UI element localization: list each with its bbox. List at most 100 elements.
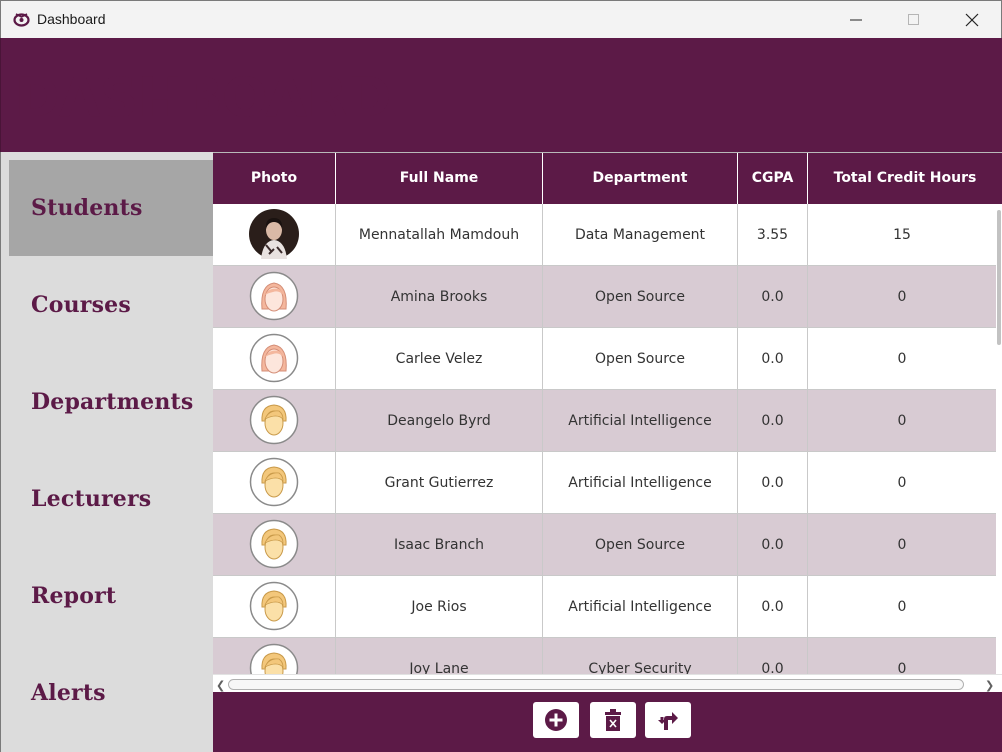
scroll-right-icon[interactable]: ❯ bbox=[985, 679, 994, 692]
cell-cgpa: 0.0 bbox=[738, 452, 808, 514]
window-title: Dashboard bbox=[37, 11, 106, 27]
table-row[interactable]: Amina Brooks Open Source 0.0 0 bbox=[213, 266, 996, 328]
column-header-total-credit-hours[interactable]: Total Credit Hours bbox=[808, 153, 1002, 204]
cell-full-name: Joy Lane bbox=[336, 638, 543, 674]
update-student-button[interactable] bbox=[645, 702, 691, 738]
students-table: Photo Full Name Department CGPA Total Cr… bbox=[213, 152, 1002, 692]
sidebar-item-alerts[interactable]: Alerts bbox=[9, 645, 213, 741]
horizontal-scrollbar-thumb[interactable] bbox=[228, 679, 964, 690]
cell-photo bbox=[213, 390, 336, 452]
add-student-button[interactable] bbox=[533, 702, 579, 738]
cell-total-credit-hours: 15 bbox=[893, 227, 911, 243]
cell-total-credit-hours: 0 bbox=[897, 289, 907, 305]
cell-photo bbox=[213, 328, 336, 390]
cell-cgpa: 3.55 bbox=[738, 204, 808, 266]
minimize-icon bbox=[850, 19, 862, 21]
cell-photo bbox=[213, 638, 336, 674]
add-circle-icon bbox=[545, 709, 567, 731]
table-row[interactable]: Mennatallah Mamdouh Data Management 3.55 15 bbox=[213, 204, 996, 266]
action-bar bbox=[213, 692, 1002, 752]
table-row[interactable]: Joe Rios Artificial Intelligence 0.0 0 bbox=[213, 576, 996, 638]
male-avatar-icon bbox=[249, 457, 299, 507]
table-row[interactable]: Deangelo Byrd Artificial Intelligence 0.0 0 bbox=[213, 390, 996, 452]
cell-full-name: Joe Rios bbox=[336, 576, 543, 638]
close-icon bbox=[965, 13, 979, 27]
cell-full-name: Isaac Branch bbox=[336, 514, 543, 576]
table-row[interactable]: Carlee Velez Open Source 0.0 0 bbox=[213, 328, 996, 390]
cell-department: Open Source bbox=[543, 514, 738, 576]
sidebar: Students Courses Departments Lecturers R… bbox=[0, 152, 213, 752]
update-arrows-icon bbox=[658, 712, 678, 730]
sidebar-item-courses[interactable]: Courses bbox=[9, 257, 213, 353]
cell-department: Open Source bbox=[543, 328, 738, 390]
sidebar-item-label: Report bbox=[31, 583, 117, 609]
cell-cgpa: 0.0 bbox=[738, 328, 808, 390]
close-button[interactable] bbox=[943, 1, 1001, 39]
horizontal-scrollbar[interactable]: ❮ ❯ bbox=[213, 674, 1002, 692]
cell-total-credit-hours: 0 bbox=[897, 537, 907, 553]
vertical-scrollbar-thumb[interactable] bbox=[997, 210, 1001, 345]
minimize-button[interactable] bbox=[827, 1, 885, 39]
column-header-cgpa[interactable]: CGPA bbox=[738, 153, 808, 204]
table-header: Photo Full Name Department CGPA Total Cr… bbox=[213, 153, 1002, 204]
cell-cgpa: 0.0 bbox=[738, 638, 808, 674]
window-titlebar: Dashboard bbox=[0, 0, 1002, 38]
cell-cgpa: 0.0 bbox=[738, 266, 808, 328]
male-avatar-icon bbox=[249, 581, 299, 631]
sidebar-item-label: Courses bbox=[31, 292, 131, 318]
male-avatar-icon bbox=[249, 395, 299, 445]
cell-photo bbox=[213, 266, 336, 328]
column-header-full-name[interactable]: Full Name bbox=[336, 153, 543, 204]
dashboard-header: DASHBOARD bbox=[0, 38, 1002, 152]
cell-photo bbox=[213, 204, 336, 266]
cell-department: Artificial Intelligence bbox=[543, 452, 738, 514]
cell-total-credit-hours: 0 bbox=[897, 413, 907, 429]
sidebar-item-lecturers[interactable]: Lecturers bbox=[9, 451, 213, 547]
male-avatar-icon bbox=[249, 643, 299, 674]
page-title-text: DASHBOARD bbox=[15, 66, 392, 129]
sidebar-item-label: Departments bbox=[31, 389, 194, 415]
cell-full-name: Amina Brooks bbox=[336, 266, 543, 328]
cell-cgpa: 0.0 bbox=[738, 576, 808, 638]
delete-icon bbox=[605, 709, 621, 731]
delete-student-button[interactable] bbox=[590, 702, 636, 738]
cell-full-name: Deangelo Byrd bbox=[336, 390, 543, 452]
male-avatar-icon bbox=[249, 519, 299, 569]
table-row[interactable]: Grant Gutierrez Artificial Intelligence 0.… bbox=[213, 452, 996, 514]
cell-photo bbox=[213, 452, 336, 514]
sidebar-item-departments[interactable]: Departments bbox=[9, 354, 213, 450]
page-title: DASHBOARD bbox=[15, 66, 392, 129]
photo-avatar bbox=[249, 209, 299, 259]
cell-cgpa: 0.0 bbox=[738, 514, 808, 576]
cell-department: Cyber Security bbox=[543, 638, 738, 674]
cell-department: Artificial Intelligence bbox=[543, 390, 738, 452]
cell-total-credit-hours: 0 bbox=[897, 475, 907, 491]
sidebar-item-report[interactable]: Report bbox=[9, 548, 213, 644]
table-body: Mennatallah Mamdouh Data Management 3.55 15… bbox=[213, 204, 996, 674]
cell-cgpa: 0.0 bbox=[738, 390, 808, 452]
sidebar-item-label: Alerts bbox=[31, 680, 106, 706]
cell-full-name: Mennatallah Mamdouh bbox=[336, 204, 543, 266]
cell-full-name: Grant Gutierrez bbox=[336, 452, 543, 514]
maximize-icon bbox=[908, 14, 919, 25]
vertical-scrollbar[interactable] bbox=[996, 204, 1002, 674]
app-logo-icon bbox=[13, 13, 30, 27]
column-header-photo[interactable]: Photo bbox=[213, 153, 336, 204]
cell-photo bbox=[213, 514, 336, 576]
scroll-left-icon[interactable]: ❮ bbox=[216, 679, 225, 692]
cell-photo bbox=[213, 576, 336, 638]
sidebar-item-label: Students bbox=[31, 195, 143, 221]
column-header-department[interactable]: Department bbox=[543, 153, 738, 204]
sidebar-item-students[interactable]: Students bbox=[9, 160, 213, 256]
cell-total-credit-hours: 0 bbox=[897, 661, 907, 674]
maximize-button[interactable] bbox=[885, 1, 943, 39]
female-avatar-icon bbox=[249, 333, 299, 383]
cell-department: Data Management bbox=[543, 204, 738, 266]
cell-department: Open Source bbox=[543, 266, 738, 328]
female-avatar-icon bbox=[249, 271, 299, 321]
table-row[interactable]: Joy Lane Cyber Security 0.0 0 bbox=[213, 638, 996, 674]
cell-department: Artificial Intelligence bbox=[543, 576, 738, 638]
sidebar-item-label: Lecturers bbox=[31, 486, 152, 512]
cell-total-credit-hours: 0 bbox=[897, 351, 907, 367]
table-row[interactable]: Isaac Branch Open Source 0.0 0 bbox=[213, 514, 996, 576]
